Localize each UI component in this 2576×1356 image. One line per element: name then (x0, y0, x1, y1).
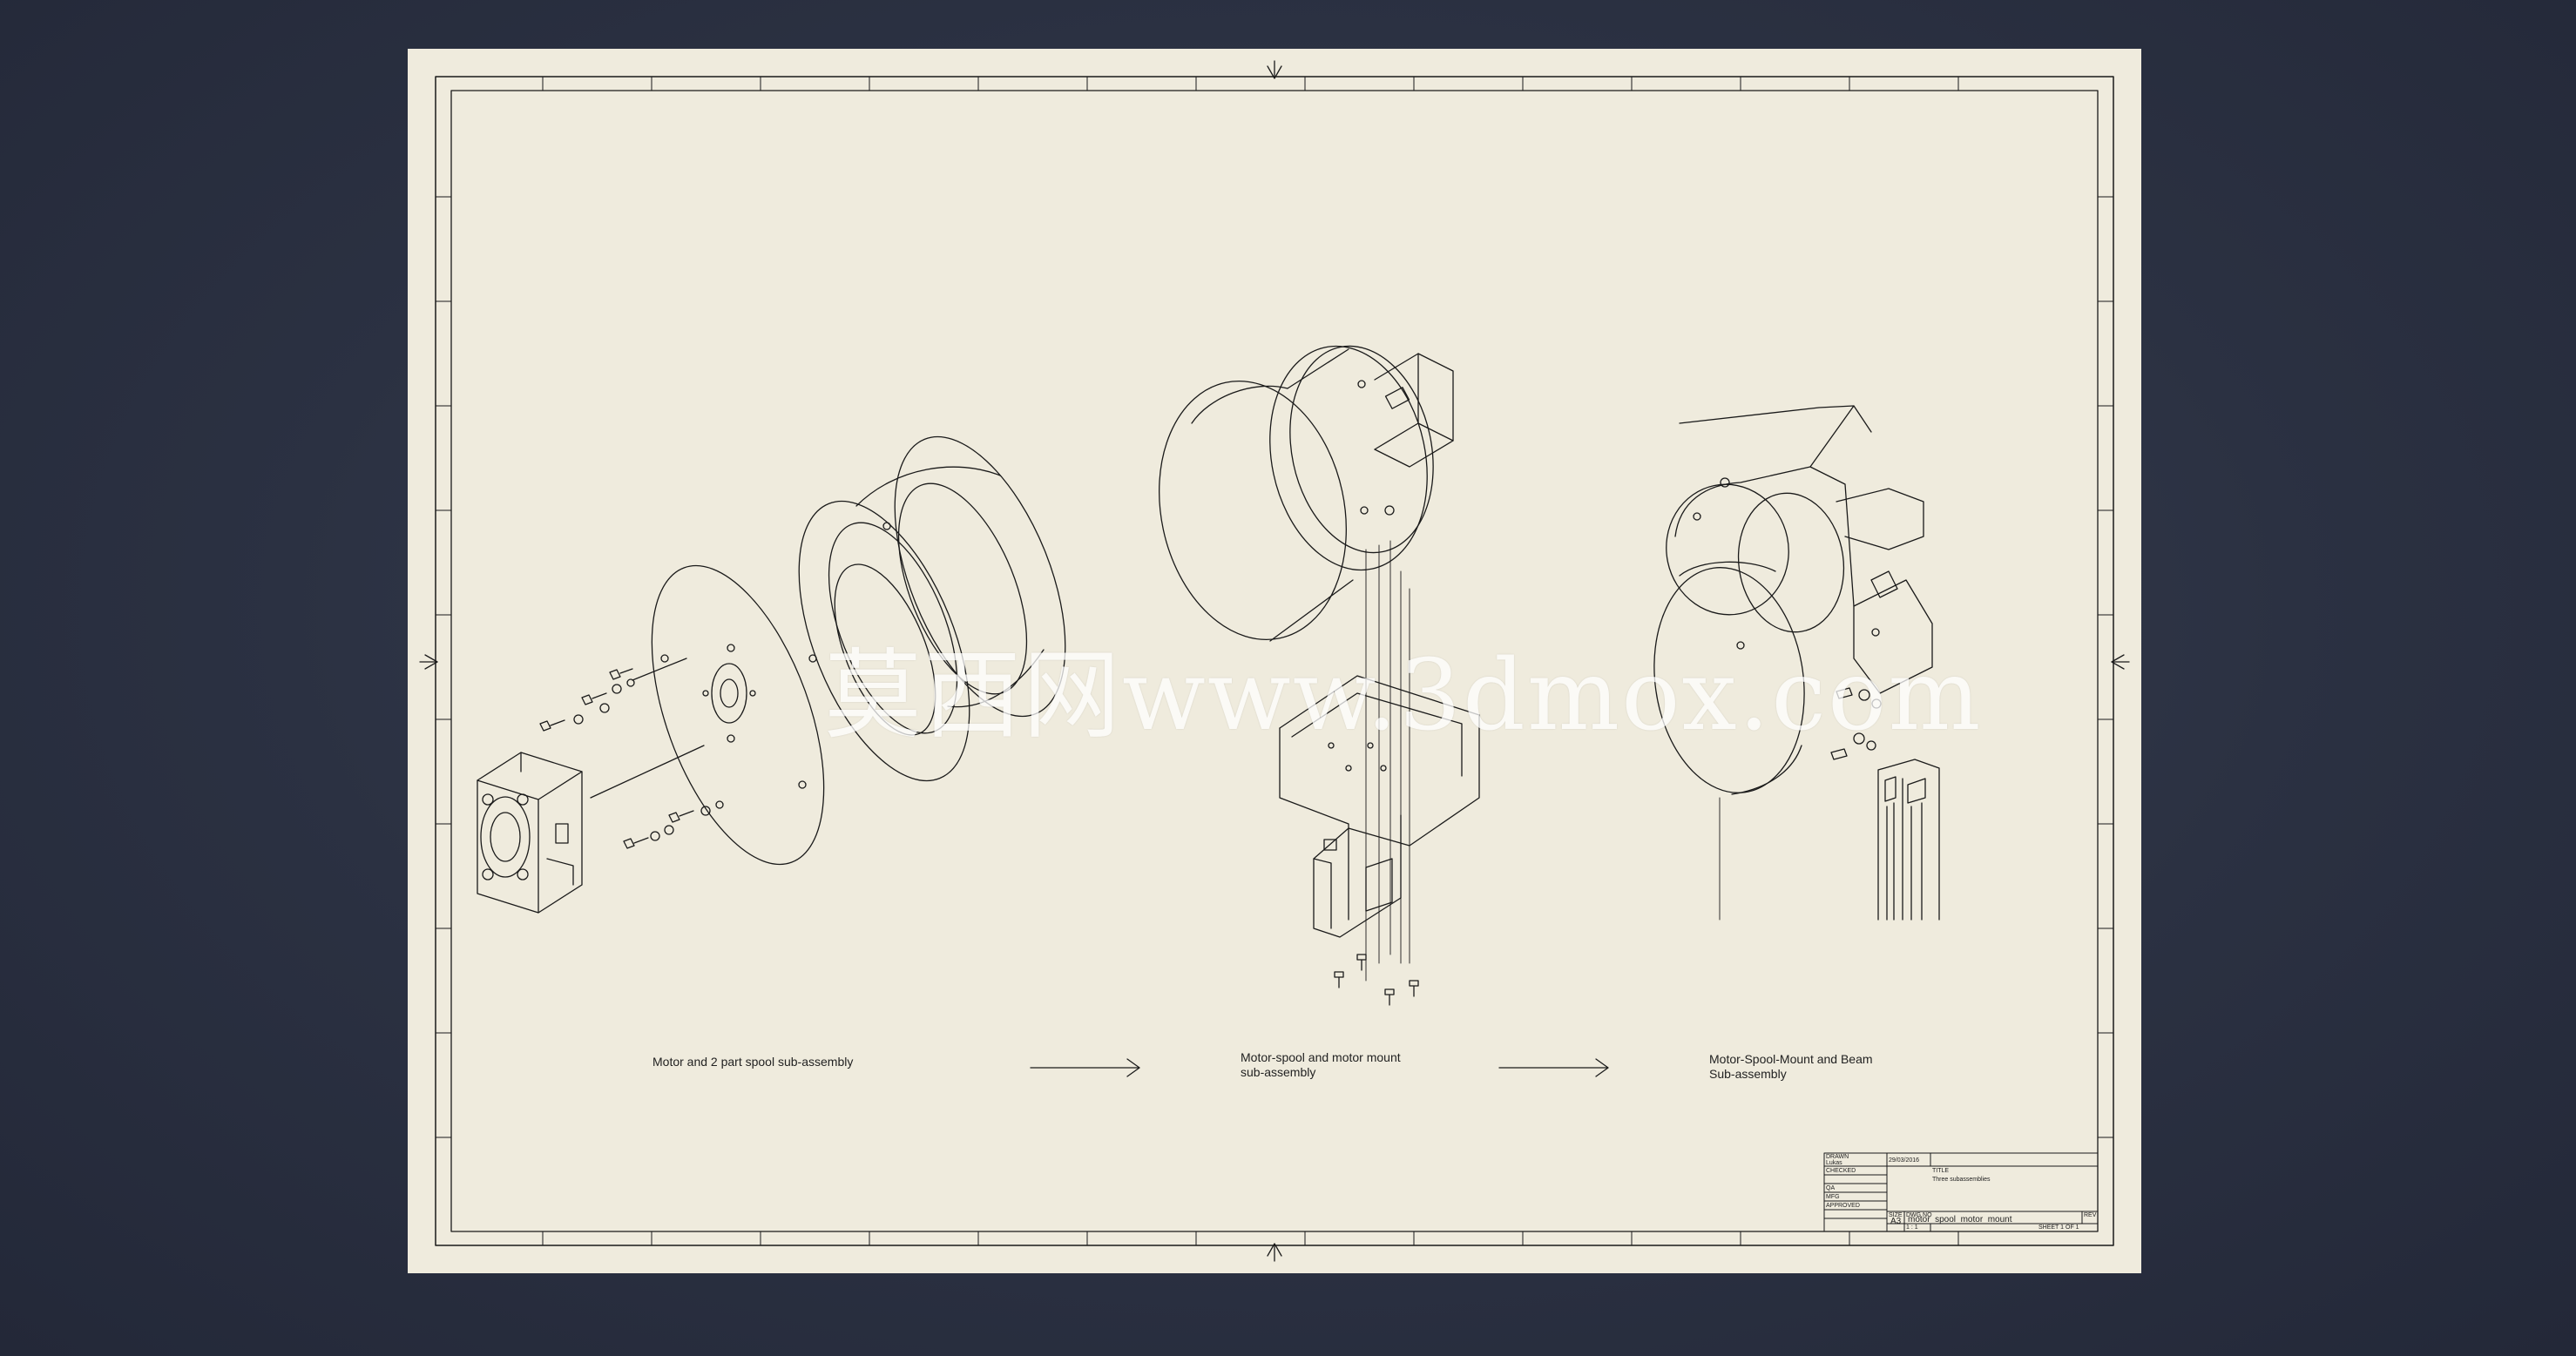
spool-assembled (1159, 345, 1434, 642)
spool-mount-beam-assembly (1653, 405, 1933, 795)
caption-stage3: Motor-Spool-Mount and Beam Sub-assembly (1709, 1052, 1873, 1081)
beam-nuts (1830, 687, 1882, 760)
motor-screws-upper (539, 668, 635, 732)
tb-qa-label: QA (1826, 1185, 1836, 1191)
tb-title-label: TITLE (1932, 1168, 1950, 1174)
center-mark-arrow-left (419, 654, 438, 670)
aluminium-beam (1877, 759, 1940, 921)
tb-rev-label: REV (2084, 1212, 2097, 1218)
motor-screws-lower (623, 800, 724, 849)
stage2-leader-lines (1365, 540, 1410, 982)
tb-title: Three subassemblies (1932, 1177, 1991, 1183)
center-mark-arrow-top (1267, 60, 1282, 79)
caption-stage1: Motor and 2 part spool sub-assembly (652, 1055, 854, 1069)
spool-flange-plate (590, 564, 825, 866)
tb-size: A3 (1890, 1217, 1902, 1226)
motor-in-mount (1374, 353, 1454, 516)
motor-mount-bracket (1279, 675, 1480, 938)
tb-sheet: SHEET 1 OF 1 (2038, 1224, 2079, 1231)
center-mark-arrow-bottom (1267, 1243, 1282, 1262)
tb-drawn-by: Lukas (1826, 1160, 1842, 1166)
tb-scale: 1 : 1 (1906, 1224, 1918, 1231)
tb-approved-label: APPROVED (1826, 1203, 1860, 1209)
tb-dwg-no: motor_spool_motor_mount (1908, 1215, 2012, 1224)
flow-arrow (1498, 1058, 1609, 1077)
tb-date: 29/03/2016 (1889, 1157, 1920, 1164)
caption-stage2: Motor-spool and motor mount sub-assembly (1241, 1050, 1401, 1079)
spool-half (798, 435, 1066, 782)
motor-body (477, 752, 583, 914)
center-mark-arrow-right (2111, 654, 2130, 670)
flow-arrow (1030, 1058, 1140, 1077)
tb-checked-label: CHECKED (1826, 1168, 1856, 1174)
assembly-drawing (419, 60, 2130, 1262)
tb-mfg-label: MFG (1826, 1194, 1840, 1200)
mount-screws (1334, 954, 1419, 1006)
drawing-sheet: Motor and 2 part spool sub-assembly Moto… (408, 49, 2141, 1273)
